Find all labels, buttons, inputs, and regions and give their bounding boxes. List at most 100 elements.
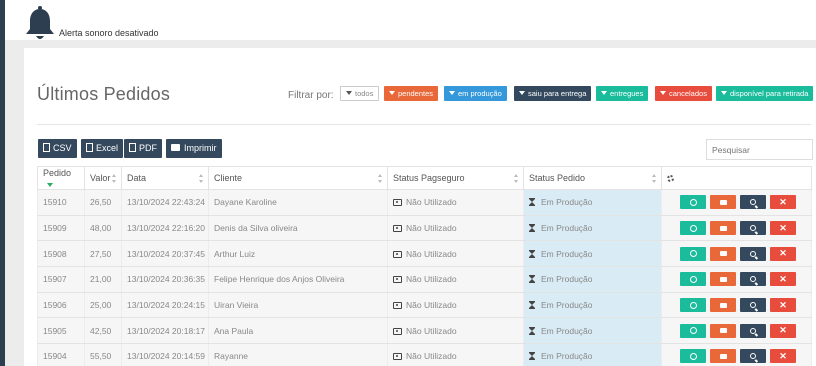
filter-pending-label: pendentes (398, 89, 434, 98)
filter-pending-button[interactable]: pendentes (384, 86, 439, 101)
print-icon (719, 199, 727, 205)
delete-order-button[interactable]: ✕ (770, 298, 796, 313)
close-icon: ✕ (779, 248, 787, 259)
delete-order-button[interactable]: ✕ (770, 221, 796, 236)
whatsapp-icon (689, 327, 697, 335)
delete-order-button[interactable]: ✕ (770, 195, 796, 210)
bell-icon[interactable] (23, 6, 57, 42)
table-row[interactable]: 15910 26,50 13/10/2024 22:43:24 Dayane K… (37, 189, 812, 216)
header-label: Data (127, 173, 147, 183)
print-icon (719, 353, 727, 359)
column-header-valor[interactable]: Valor (84, 166, 122, 190)
table-row[interactable]: 15905 42,50 13/10/2024 20:18:17 Ana Paul… (37, 317, 812, 345)
search-icon (750, 327, 756, 334)
export-csv-button[interactable]: CSV (38, 139, 77, 158)
file-icon (43, 143, 50, 152)
column-header-status-pagseguro[interactable]: Status Pagseguro (387, 166, 524, 190)
column-header-status-pedido[interactable]: Status Pedido (523, 166, 662, 190)
whatsapp-button[interactable] (680, 349, 706, 364)
whatsapp-icon (689, 301, 697, 309)
print-order-button[interactable] (710, 195, 736, 210)
search-icon (750, 225, 756, 232)
cell-status-pedido: Em Produção (523, 266, 662, 293)
filter-delivered-button[interactable]: entregues (596, 86, 649, 101)
filter-delivery-button[interactable]: saiu para entrega (514, 86, 592, 101)
print-order-button[interactable] (710, 246, 736, 261)
close-icon: ✕ (779, 273, 787, 284)
whatsapp-button[interactable] (680, 221, 706, 236)
cell-status-pagseguro: Não Utilizado (387, 317, 524, 345)
search-input[interactable] (706, 139, 813, 160)
status-text: Em Produção (541, 351, 593, 362)
export-excel-button[interactable]: Excel (81, 139, 124, 158)
excel-label: Excel (96, 143, 119, 153)
filter-icon (660, 91, 666, 95)
whatsapp-button[interactable] (680, 272, 706, 287)
table-row[interactable]: 15906 25,00 13/10/2024 20:24:15 Uiran Vi… (37, 292, 812, 319)
pagseguro-text: Não Utilizado (406, 197, 457, 208)
filter-cancelled-button[interactable]: cancelados (655, 86, 712, 101)
view-order-button[interactable] (740, 323, 766, 338)
filter-all-button[interactable]: todos (340, 86, 380, 101)
cell-actions: ✕ (661, 292, 812, 319)
left-edge-strip (0, 0, 5, 366)
pagseguro-text: Não Utilizado (406, 300, 457, 311)
print-order-button[interactable] (710, 298, 736, 313)
column-header-pedido[interactable]: Pedido (37, 166, 85, 190)
cell-actions: ✕ (661, 215, 812, 242)
delete-order-button[interactable]: ✕ (770, 272, 796, 287)
print-order-button[interactable] (710, 323, 736, 338)
table-row[interactable]: 15904 55,50 13/10/2024 20:14:59 Rayanne … (37, 343, 812, 366)
close-icon: ✕ (779, 325, 787, 336)
column-header-cliente[interactable]: Cliente (208, 166, 388, 190)
view-order-button[interactable] (740, 349, 766, 364)
cell-valor: 55,50 (84, 343, 122, 366)
cell-status-pagseguro: Não Utilizado (387, 215, 524, 242)
cell-valor: 21,00 (84, 266, 122, 293)
cell-valor: 48,00 (84, 215, 122, 242)
table-row[interactable]: 15909 48,00 13/10/2024 22:16:20 Denis da… (37, 215, 812, 242)
search-icon (750, 302, 756, 309)
whatsapp-button[interactable] (680, 323, 706, 338)
cell-data: 13/10/2024 20:36:35 (121, 266, 209, 293)
header-label: Valor (90, 173, 111, 183)
filter-pickup-button[interactable]: disponível para retirada (716, 86, 814, 101)
print-order-button[interactable] (710, 349, 736, 364)
whatsapp-button[interactable] (680, 246, 706, 261)
whatsapp-button[interactable] (680, 298, 706, 313)
cell-cliente: Ana Paula (208, 317, 388, 345)
filter-icon (346, 91, 352, 95)
view-order-button[interactable] (740, 246, 766, 261)
column-header-data[interactable]: Data (121, 166, 209, 190)
filter-label: Filtrar por: (288, 90, 334, 101)
delete-order-button[interactable]: ✕ (770, 323, 796, 338)
filter-production-button[interactable]: em produção (444, 86, 507, 101)
cell-pedido: 15907 (37, 266, 85, 293)
cell-cliente: Uiran Vieira (208, 292, 388, 319)
sort-icon (514, 174, 519, 183)
pagseguro-text: Não Utilizado (406, 274, 457, 285)
whatsapp-button[interactable] (680, 195, 706, 210)
whatsapp-icon (689, 198, 697, 206)
cell-cliente: Dayane Karoline (208, 189, 388, 216)
column-header-actions (661, 166, 812, 190)
view-order-button[interactable] (740, 195, 766, 210)
print-button[interactable]: Imprimir (166, 139, 222, 158)
table-row[interactable]: 15907 21,00 13/10/2024 20:36:35 Felipe H… (37, 266, 812, 293)
cell-status-pedido: Em Produção (523, 317, 662, 345)
view-order-button[interactable] (740, 221, 766, 236)
delete-order-button[interactable]: ✕ (770, 246, 796, 261)
cell-valor: 42,50 (84, 317, 122, 345)
export-pdf-button[interactable]: PDF (124, 139, 162, 158)
whatsapp-icon (689, 352, 697, 360)
print-order-button[interactable] (710, 272, 736, 287)
print-order-button[interactable] (710, 221, 736, 236)
divider (37, 124, 811, 125)
money-icon (393, 302, 402, 310)
view-order-button[interactable] (740, 298, 766, 313)
view-order-button[interactable] (740, 272, 766, 287)
cell-status-pedido: Em Produção (523, 215, 662, 242)
filter-production-label: em produção (458, 89, 502, 98)
delete-order-button[interactable]: ✕ (770, 349, 796, 364)
table-row[interactable]: 15908 27,50 13/10/2024 20:37:45 Arthur L… (37, 240, 812, 268)
